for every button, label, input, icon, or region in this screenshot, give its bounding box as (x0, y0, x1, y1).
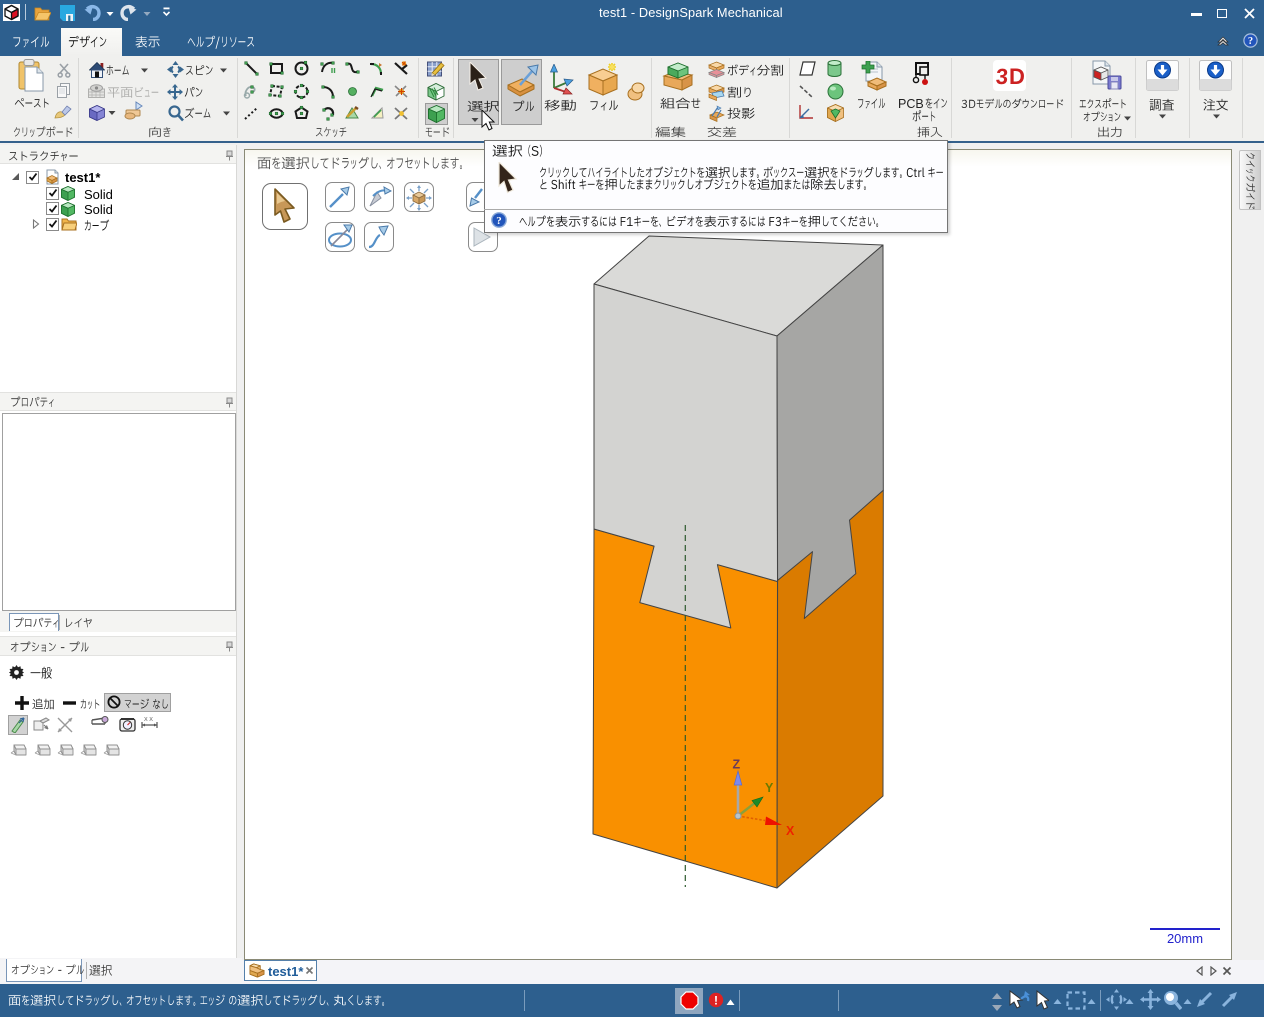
svg-text:?: ? (496, 215, 502, 227)
svg-text:3: 3 (995, 64, 1009, 89)
svg-text:Y: Y (765, 781, 774, 795)
svg-text:X: X (786, 824, 795, 838)
svg-text:!: ! (714, 994, 718, 1008)
svg-text:D: D (1009, 64, 1025, 89)
svg-text:X X: X X (144, 717, 153, 723)
svg-text:Z: Z (733, 758, 741, 772)
svg-text:?: ? (1248, 36, 1253, 47)
